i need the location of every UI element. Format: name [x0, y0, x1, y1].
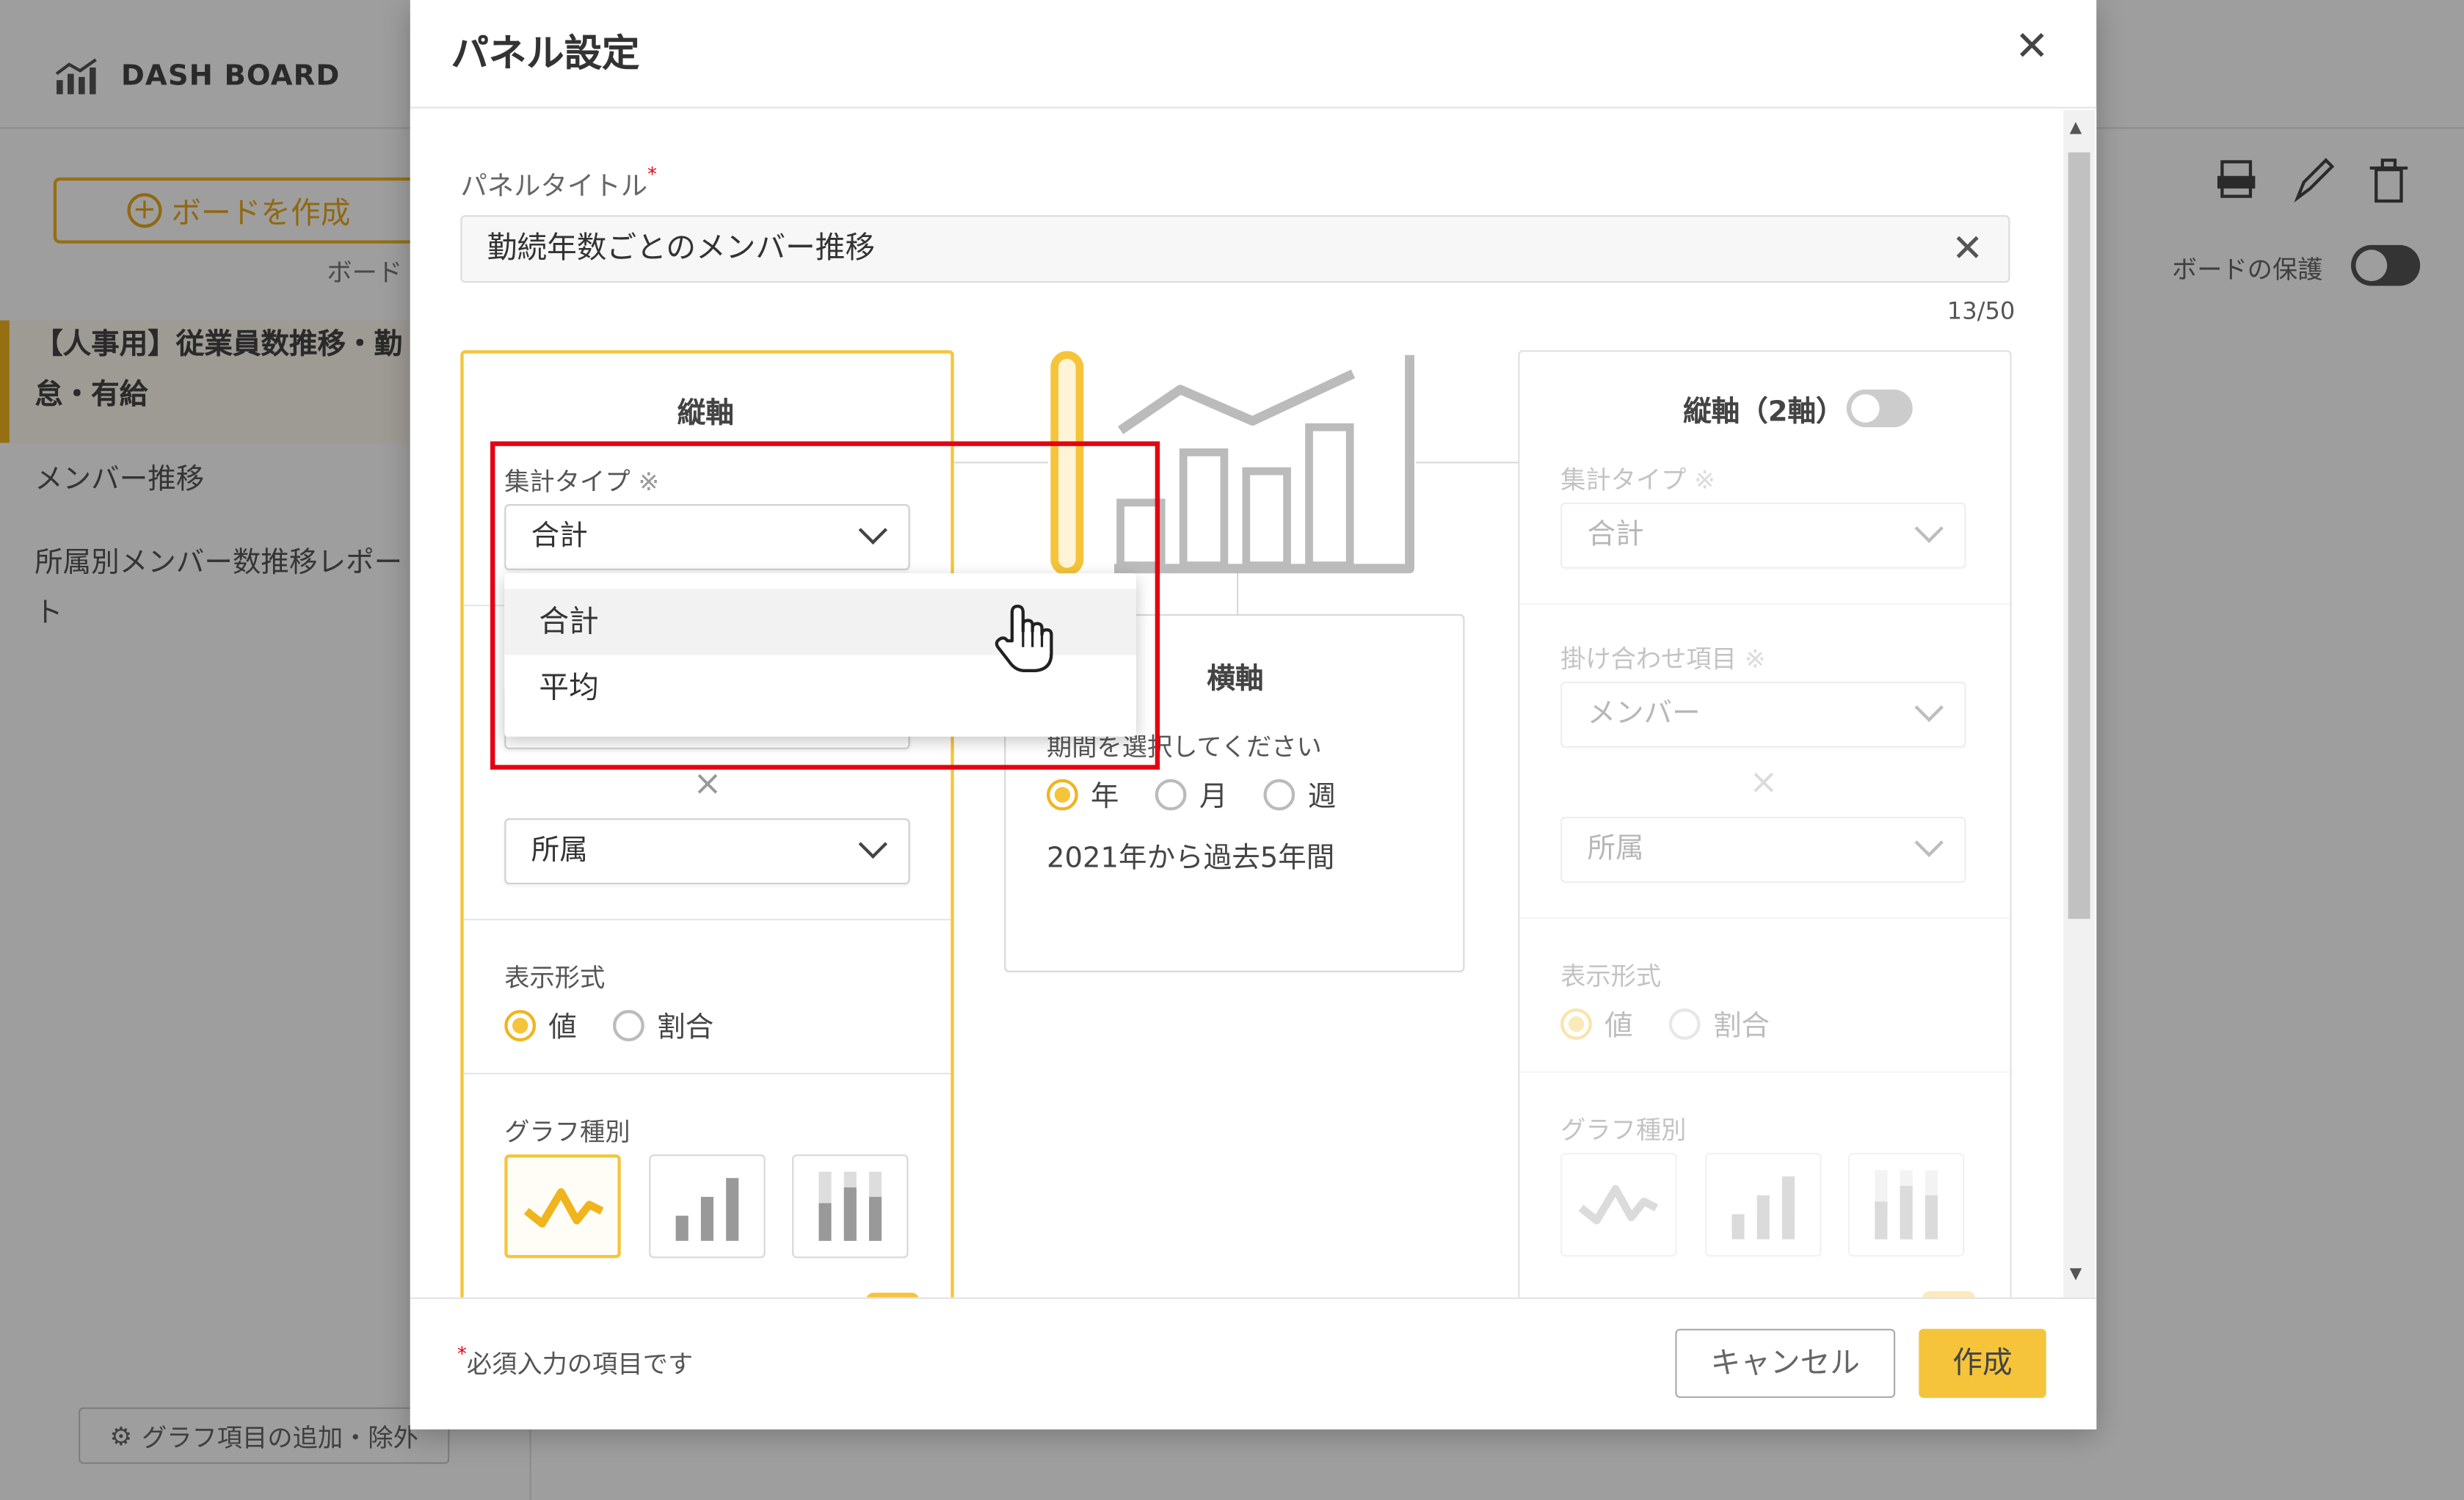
divider [1519, 1071, 2010, 1073]
radio-week-label: 週 [1307, 780, 1337, 814]
secondary-aggregation-select[interactable]: 合計 [1560, 502, 1966, 569]
secondary-aggregation-value: 合計 [1587, 518, 1644, 552]
highlight-box [490, 441, 1160, 770]
bar-chart-icon [1731, 1176, 1795, 1239]
period-summary: 2021年から過去5年間 [1046, 842, 1335, 875]
bar-chart-option[interactable] [649, 1154, 766, 1259]
scrollbar-thumb[interactable] [2068, 152, 2090, 920]
secondary-group-select[interactable]: 所属 [1560, 816, 1966, 883]
secondary-cross-select[interactable]: メンバー [1560, 681, 1966, 748]
radio-value[interactable] [1560, 1008, 1592, 1040]
divider [463, 1072, 951, 1074]
char-counter: 13/50 [1947, 296, 2016, 326]
vertical-axis-heading: 縦軸 [677, 397, 734, 431]
panel-settings-modal: パネル設定 ✕ パネルタイトル* 勤続年数ごとのメンバー推移 ✕ 13/50 縦… [410, 0, 2097, 1430]
divider [1519, 917, 2010, 920]
group-value: 所属 [531, 834, 588, 867]
radio-value[interactable] [504, 1010, 537, 1042]
stacked-bar-chart-option[interactable] [1847, 1152, 1965, 1257]
line-chart-icon [523, 1188, 604, 1228]
secondary-cross-label: 掛け合わせ項目 ※ [1560, 644, 1766, 674]
scroll-down-arrow-icon[interactable]: ▼ [2070, 1266, 2082, 1284]
bar-chart-option[interactable] [1705, 1152, 1822, 1257]
secondary-display-radios: 値 割合 [1560, 1004, 1798, 1045]
radio-ratio[interactable] [1669, 1008, 1701, 1040]
radio-ratio-label: 割合 [1712, 1010, 1770, 1044]
secondary-aggregation-label: 集計タイプ ※ [1560, 465, 1716, 495]
radio-year[interactable] [1046, 779, 1078, 811]
times-mark: × [1749, 763, 1778, 803]
radio-value-label: 値 [1604, 1010, 1633, 1044]
scroll-hint-pill [1922, 1291, 1976, 1297]
radio-week[interactable] [1263, 779, 1295, 811]
times-mark: × [693, 765, 722, 804]
cancel-button[interactable]: キャンセル [1675, 1328, 1896, 1398]
secondary-axis-heading: 縦軸（2軸） [1683, 396, 1845, 429]
secondary-axis-card: 縦軸（2軸） 集計タイプ ※ 合計 掛け合わせ項目 ※ メンバー × 所属 表示… [1518, 350, 2012, 1297]
panel-title-label: パネルタイトル* [460, 163, 657, 203]
chevron-down-icon [1914, 828, 1944, 857]
line-chart-icon [1578, 1184, 1659, 1225]
bar-chart-icon [675, 1178, 739, 1241]
horizontal-axis-heading: 横軸 [1207, 663, 1264, 696]
create-button[interactable]: 作成 [1919, 1328, 2046, 1398]
close-icon[interactable]: ✕ [2010, 25, 2054, 69]
stacked-bar-chart-icon [818, 1171, 882, 1241]
chevron-down-icon [1914, 693, 1944, 722]
display-format-radios: 値 割合 [504, 1005, 742, 1046]
chevron-down-icon [858, 829, 888, 859]
secondary-graph-type-label: グラフ種別 [1560, 1115, 1687, 1146]
modal-header [410, 0, 2097, 109]
secondary-display-label: 表示形式 [1560, 961, 1662, 991]
radio-ratio[interactable] [613, 1010, 645, 1042]
chevron-down-icon [1914, 514, 1944, 543]
display-format-label: 表示形式 [504, 963, 606, 993]
period-radios: 年 月 週 [1046, 774, 1364, 815]
radio-value-label: 値 [548, 1011, 577, 1045]
secondary-axis-toggle[interactable] [1846, 389, 1913, 428]
secondary-cross-value: メンバー [1587, 697, 1701, 731]
secondary-group-value: 所属 [1587, 832, 1644, 866]
group-select[interactable]: 所属 [504, 818, 910, 884]
stacked-bar-chart-icon [1875, 1170, 1938, 1239]
radio-month-label: 月 [1199, 780, 1228, 814]
line-chart-option[interactable] [1560, 1152, 1677, 1257]
stacked-bar-chart-option[interactable] [792, 1154, 909, 1259]
divider [463, 919, 951, 921]
graph-type-label: グラフ種別 [504, 1116, 630, 1147]
panel-title-input[interactable]: 勤続年数ごとのメンバー推移 [460, 215, 2010, 283]
radio-year-label: 年 [1090, 780, 1119, 814]
line-chart-option[interactable] [504, 1154, 621, 1259]
divider [1519, 602, 2010, 605]
clear-icon[interactable]: ✕ [1946, 226, 1990, 270]
radio-ratio-label: 割合 [657, 1011, 714, 1045]
scroll-up-arrow-icon[interactable]: ▲ [2070, 120, 2082, 137]
modal-title: パネル設定 [451, 31, 640, 76]
required-note: *必須入力の項目です [457, 1342, 694, 1380]
radio-month[interactable] [1155, 779, 1187, 811]
